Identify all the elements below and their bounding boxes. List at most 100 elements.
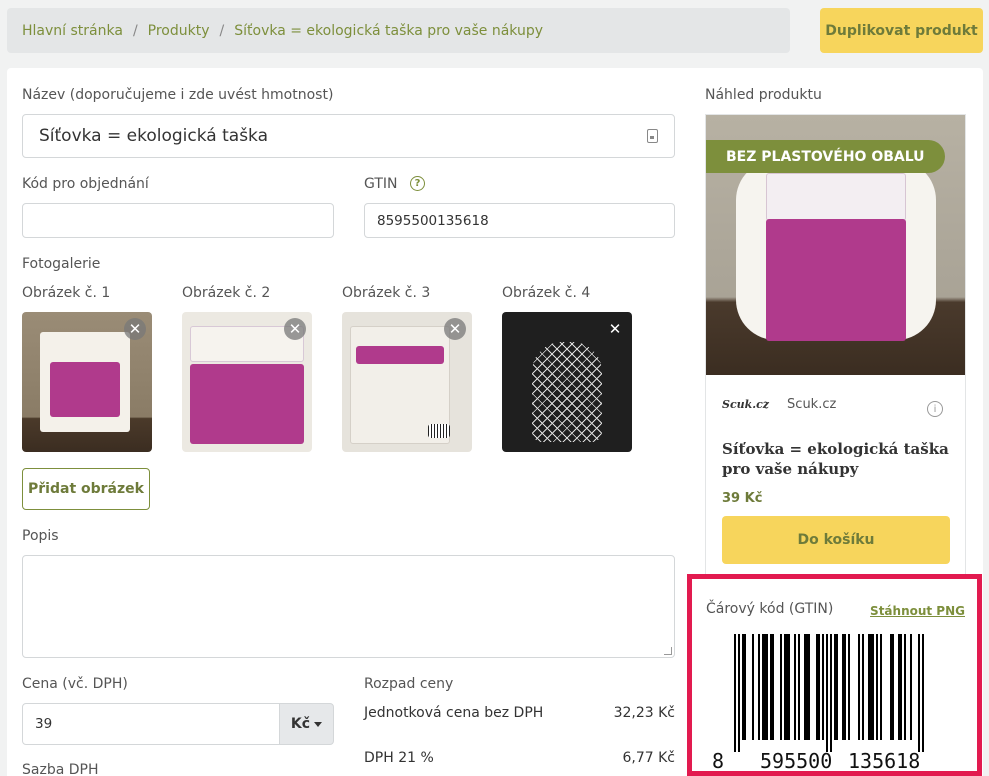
add-to-cart-button[interactable]: Do košíku bbox=[722, 516, 950, 564]
image-label-3: Obrázek č. 3 bbox=[342, 285, 431, 301]
image-label-4: Obrázek č. 4 bbox=[502, 285, 591, 301]
character-counter-icon bbox=[647, 129, 658, 143]
help-icon[interactable]: ? bbox=[410, 176, 425, 191]
gtin-label: GTIN bbox=[364, 176, 398, 192]
name-input[interactable]: Síťovka = ekologická taška bbox=[22, 114, 675, 158]
barcode-bar bbox=[910, 634, 912, 740]
barcode-bar bbox=[898, 634, 900, 740]
barcode-bar bbox=[876, 634, 878, 740]
barcode-bar bbox=[872, 634, 874, 740]
barcode-bar bbox=[892, 634, 894, 740]
barcode-bar bbox=[822, 634, 824, 740]
price-breakdown-title: Rozpad ceny bbox=[364, 676, 454, 692]
gallery-image-4[interactable]: ✕ bbox=[502, 312, 632, 452]
preview-product-image: BEZ PLASTOVÉHO OBALU bbox=[706, 115, 965, 375]
gtin-input[interactable]: 8595500135618 bbox=[364, 203, 675, 238]
barcode-bar bbox=[922, 634, 924, 752]
product-preview-card: BEZ PLASTOVÉHO OBALU Scuk.cz Scuk.cz i S… bbox=[705, 114, 966, 584]
duplicate-product-button[interactable]: Duplikovat produkt bbox=[820, 8, 983, 53]
barcode-bar bbox=[868, 634, 870, 740]
product-label-graphic bbox=[190, 364, 304, 444]
barcode-bar bbox=[786, 634, 788, 740]
gallery-label: Fotogalerie bbox=[22, 256, 101, 272]
image-label-1: Obrázek č. 1 bbox=[22, 285, 111, 301]
preview-product-title: Síťovka = ekologická taška pro vaše náku… bbox=[722, 440, 949, 478]
download-png-link[interactable]: Stáhnout PNG bbox=[870, 604, 965, 618]
barcode-bar bbox=[816, 634, 818, 740]
breadcrumb-products-link[interactable]: Produkty bbox=[148, 23, 210, 39]
breadcrumb-home-link[interactable]: Hlavní stránka bbox=[22, 23, 123, 39]
description-label: Popis bbox=[22, 528, 59, 544]
barcode-bar bbox=[762, 634, 764, 740]
order-code-input[interactable] bbox=[22, 203, 334, 238]
barcode-panel: Čárový kód (GTIN) Stáhnout PNG 8 595500 … bbox=[687, 574, 982, 776]
order-code-label: Kód pro objednání bbox=[22, 176, 149, 192]
barcode-label: Čárový kód (GTIN) bbox=[706, 601, 834, 617]
preview-product-price: 39 Kč bbox=[722, 491, 763, 506]
currency-dropdown[interactable]: Kč bbox=[279, 703, 334, 745]
barcode-bar bbox=[890, 634, 892, 740]
barcode-bar bbox=[862, 634, 864, 740]
close-icon[interactable]: ✕ bbox=[604, 318, 626, 340]
gtin-value: 8595500135618 bbox=[377, 212, 489, 229]
barcode-bar bbox=[858, 634, 860, 740]
barcode-bar bbox=[766, 634, 768, 740]
product-photo bbox=[532, 342, 602, 442]
barcode-bar bbox=[848, 634, 850, 740]
close-icon[interactable]: ✕ bbox=[284, 318, 306, 340]
price-row-label: Jednotková cena bez DPH bbox=[364, 705, 544, 721]
resize-handle-icon[interactable] bbox=[664, 647, 672, 655]
preview-title: Náhled produktu bbox=[705, 87, 822, 103]
barcode-graphic: 8 595500 135618 bbox=[712, 634, 924, 770]
barcode-bar bbox=[826, 634, 828, 752]
barcode-bar bbox=[806, 634, 808, 740]
vat-rate-label: Sazba DPH bbox=[22, 762, 99, 776]
barcode-bar bbox=[842, 634, 844, 740]
barcode-bar bbox=[784, 634, 786, 740]
currency-value: Kč bbox=[290, 716, 311, 732]
barcode-digits-right: 135618 bbox=[848, 749, 920, 770]
gallery-image-1[interactable]: ✕ bbox=[22, 312, 152, 452]
barcode-bar bbox=[818, 634, 820, 740]
breadcrumb-separator: / bbox=[132, 22, 138, 39]
name-value: Síťovka = ekologická taška bbox=[39, 126, 269, 146]
price-label: Cena (vč. DPH) bbox=[22, 676, 128, 692]
breadcrumb-current-link[interactable]: Síťovka = ekologická taška pro vaše náku… bbox=[234, 23, 543, 39]
price-row-value: 6,77 Kč bbox=[622, 750, 676, 766]
barcode-bar bbox=[900, 634, 902, 740]
barcode-bar bbox=[734, 634, 736, 752]
name-label: Název (doporučujeme i zde uvést hmotnost… bbox=[22, 87, 334, 103]
gallery-image-3[interactable]: ✕ bbox=[342, 312, 472, 452]
shop-logo: Scuk.cz bbox=[722, 398, 770, 411]
barcode-bar bbox=[836, 634, 838, 740]
price-row-value: 32,23 Kč bbox=[613, 705, 675, 721]
barcode-bar bbox=[830, 634, 832, 752]
barcode-bar bbox=[752, 634, 754, 740]
barcode-bar bbox=[788, 634, 790, 740]
description-textarea[interactable] bbox=[22, 555, 675, 658]
add-image-button[interactable]: Přidat obrázek bbox=[22, 468, 150, 510]
barcode-bar bbox=[772, 634, 774, 740]
barcode-bar bbox=[880, 634, 882, 740]
barcode-bar bbox=[744, 634, 746, 740]
product-label-graphic bbox=[50, 362, 120, 417]
barcode-bar bbox=[764, 634, 766, 740]
price-input[interactable]: 39 bbox=[22, 703, 280, 745]
shop-name[interactable]: Scuk.cz bbox=[787, 397, 836, 412]
barcode-bar bbox=[834, 634, 836, 740]
barcode-digit-first: 8 bbox=[712, 749, 724, 770]
barcode-bar bbox=[794, 634, 796, 740]
barcode-bar bbox=[870, 634, 872, 740]
barcode-bar bbox=[804, 634, 806, 740]
product-label-graphic bbox=[766, 173, 906, 221]
info-icon[interactable]: i bbox=[927, 401, 943, 417]
barcode-bar bbox=[758, 634, 760, 740]
close-icon[interactable]: ✕ bbox=[124, 318, 146, 340]
eco-badge: BEZ PLASTOVÉHO OBALU bbox=[706, 140, 945, 173]
barcode-digits-left: 595500 bbox=[760, 749, 832, 770]
barcode-bar bbox=[738, 634, 740, 752]
gallery-image-2[interactable]: ✕ bbox=[182, 312, 312, 452]
barcode-bar bbox=[798, 634, 800, 740]
close-icon[interactable]: ✕ bbox=[444, 318, 466, 340]
product-label-graphic bbox=[356, 346, 444, 364]
